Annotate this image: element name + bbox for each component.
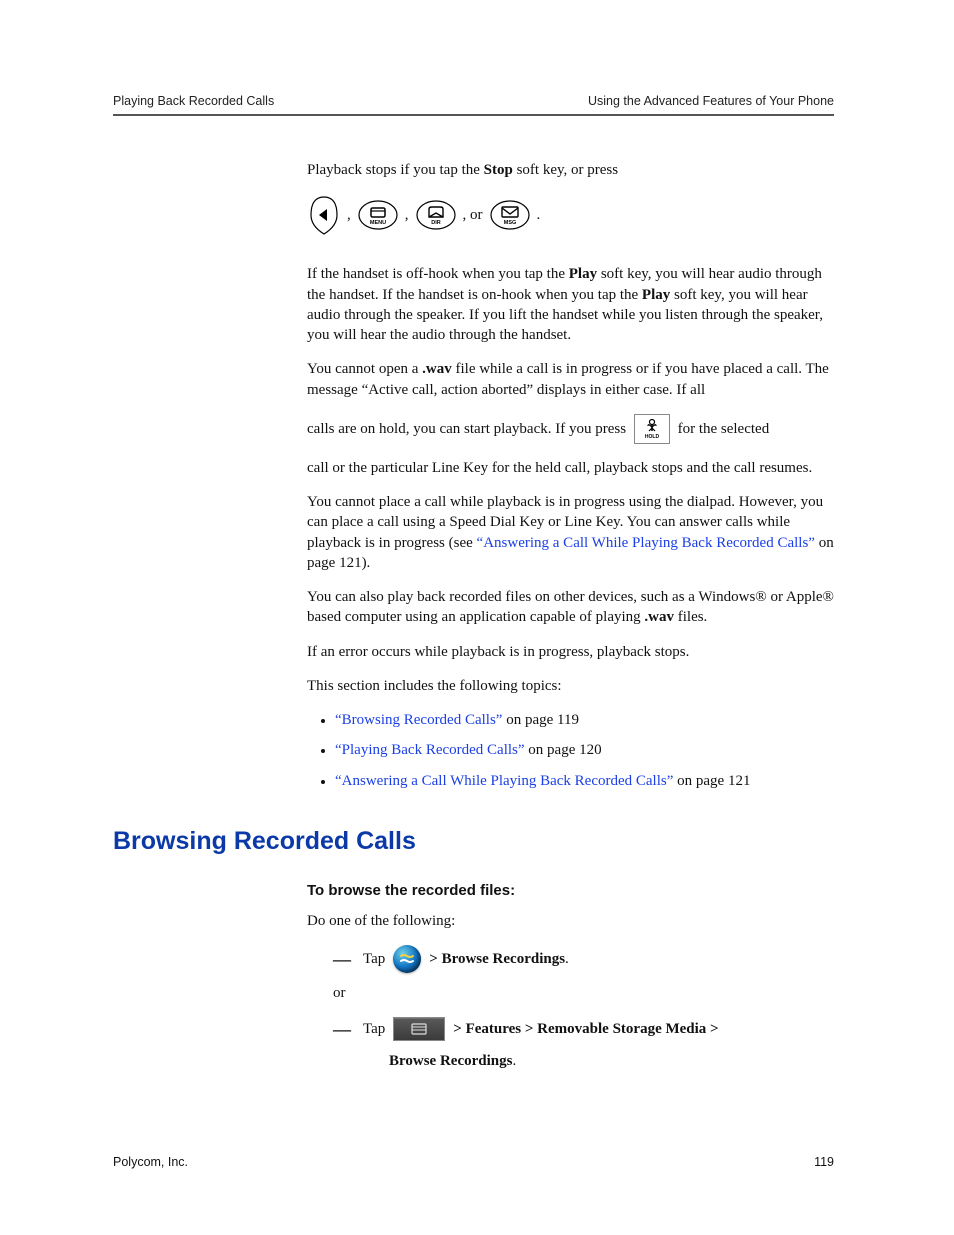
paragraph-playback-stop: Playback stops if you tap the Stop soft … [307, 160, 834, 180]
header-rule [113, 114, 834, 116]
topic-item: “Answering a Call While Playing Back Rec… [335, 771, 834, 791]
button-icon-row: , MENU , DIR , or [307, 194, 834, 236]
topics-list: “Browsing Recorded Calls” on page 119 “P… [307, 710, 834, 791]
step-option-a: — Tap > Browse Recordings. [333, 945, 834, 973]
separator-comma: , [405, 205, 409, 225]
footer-company: Polycom, Inc. [113, 1155, 188, 1169]
back-key-icon [307, 194, 341, 236]
paragraph-resume: call or the particular Line Key for the … [307, 458, 834, 478]
link-browsing[interactable]: “Browsing Recorded Calls” [335, 712, 502, 728]
topic-item: “Playing Back Recorded Calls” on page 12… [335, 740, 834, 760]
step-option-b-cont: Browse Recordings. [389, 1051, 834, 1071]
paragraph-other-devices: You can also play back recorded files on… [307, 587, 834, 628]
menu-softkey-icon [393, 1017, 445, 1041]
msg-key-icon: MSG [489, 198, 531, 232]
link-answering[interactable]: “Answering a Call While Playing Back Rec… [335, 773, 673, 789]
section-title-browsing: Browsing Recorded Calls [113, 825, 834, 859]
page-footer: Polycom, Inc. 119 [113, 1155, 834, 1169]
dir-key-icon: DIR [415, 198, 457, 232]
header-right: Using the Advanced Features of Your Phon… [588, 94, 834, 108]
do-one-of: Do one of the following: [307, 911, 834, 931]
dash-bullet: — [333, 950, 351, 968]
separator-comma: , [347, 205, 351, 225]
footer-page-number: 119 [814, 1155, 834, 1169]
hold-key-icon: HOLD [634, 414, 670, 444]
procedure-subhead: To browse the recorded files: [307, 881, 834, 901]
or-separator: or [333, 983, 834, 1003]
menu-key-icon: MENU [357, 198, 399, 232]
separator-or: , or [463, 205, 483, 225]
topic-item: “Browsing Recorded Calls” on page 119 [335, 710, 834, 730]
header-left: Playing Back Recorded Calls [113, 94, 274, 108]
paragraph-topics-intro: This section includes the following topi… [307, 676, 834, 696]
link-playing-back[interactable]: “Playing Back Recorded Calls” [335, 742, 525, 758]
svg-text:MSG: MSG [503, 220, 516, 226]
page-header: Playing Back Recorded Calls Using the Ad… [113, 94, 834, 108]
paragraph-error-stop: If an error occurs while playback is in … [307, 642, 834, 662]
link-answering-call[interactable]: “Answering a Call While Playing Back Rec… [477, 535, 815, 551]
applications-orb-icon [393, 945, 421, 973]
paragraph-dialpad-restriction: You cannot place a call while playback i… [307, 492, 834, 573]
svg-text:MENU: MENU [370, 220, 386, 226]
svg-text:DIR: DIR [431, 220, 441, 226]
svg-text:HOLD: HOLD [645, 434, 660, 440]
paragraph-hold-playback: calls are on hold, you can start playbac… [307, 414, 834, 444]
dash-bullet: — [333, 1020, 351, 1038]
separator-period: . [537, 205, 541, 225]
step-option-b: — Tap > Features > Removable Storage Med… [333, 1017, 834, 1041]
paragraph-handset-audio: If the handset is off-hook when you tap … [307, 264, 834, 345]
paragraph-wav-restriction: You cannot open a .wav file while a call… [307, 359, 834, 400]
